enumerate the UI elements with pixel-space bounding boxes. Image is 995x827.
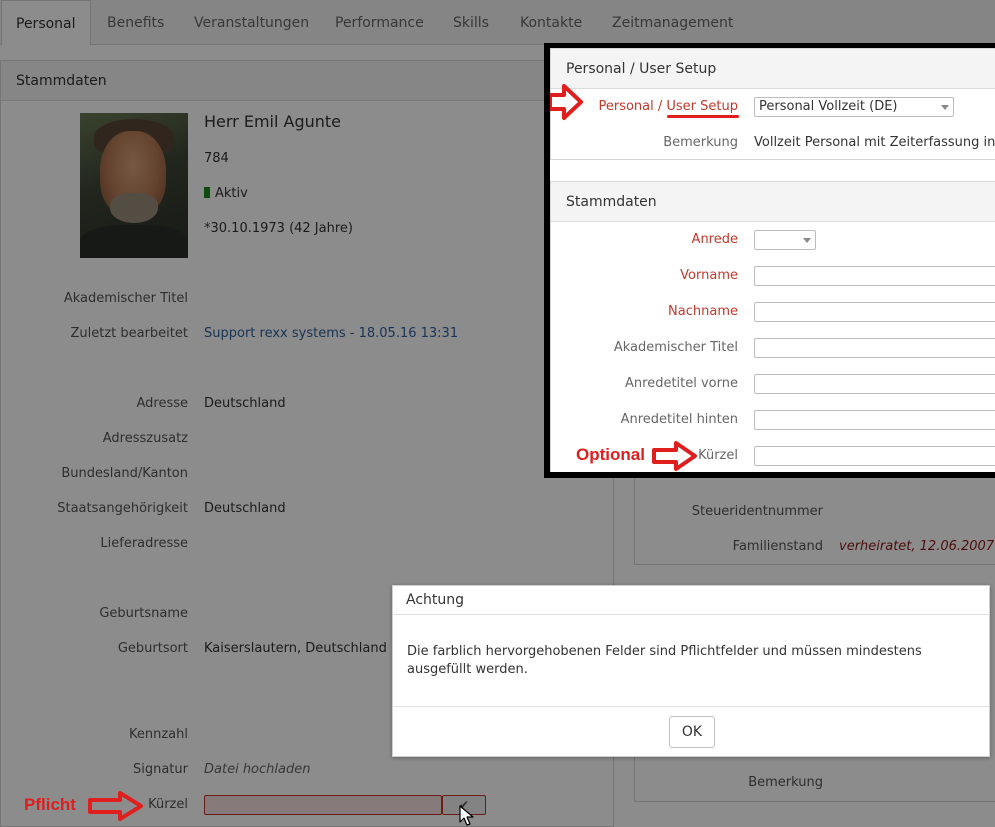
mouse-cursor-icon — [459, 805, 474, 826]
dialog-message: Die farblich hervorgehobenen Felder sind… — [407, 644, 922, 677]
annotation-optional: Optional — [576, 445, 645, 464]
inset-nachname-input[interactable] — [754, 302, 995, 322]
annotation-underline — [667, 115, 739, 118]
annotation-arrow-setup — [550, 84, 583, 120]
warning-dialog: Achtung Die farblich hervorgehobenen Fel… — [392, 585, 990, 757]
inset-anrede-label: Anrede — [691, 232, 738, 247]
inset-vorname-input[interactable] — [754, 266, 995, 286]
inset-kuerzel-input[interactable] — [754, 446, 995, 466]
dialog-divider — [393, 706, 989, 707]
inset-setup-title: Personal / User Setup — [551, 49, 995, 89]
inset-akad-input[interactable] — [754, 338, 995, 358]
dialog-title: Achtung — [393, 586, 989, 615]
annotation-arrow-optional — [652, 441, 697, 471]
inset-hinten-input[interactable] — [754, 410, 995, 430]
inset-stammdaten-title: Stammdaten — [551, 182, 995, 222]
chevron-down-icon — [803, 238, 811, 243]
annotation-arrow-pflicht — [88, 791, 143, 821]
chevron-down-icon — [941, 105, 949, 110]
ok-button[interactable]: OK — [669, 716, 715, 748]
inset-vorne-input[interactable] — [754, 374, 995, 394]
inset-akad-label: Akademischer Titel — [613, 340, 738, 355]
zoom-inset: Personal / User Setup Personal / User Se… — [550, 48, 995, 472]
inset-nachname-label: Nachname — [668, 304, 738, 319]
inset-bemerkung-label: Bemerkung — [663, 135, 738, 150]
inset-bemerkung-value: Vollzeit Personal mit Zeiterfassung inkl… — [754, 135, 995, 150]
inset-vorne-label: Anredetitel vorne — [625, 376, 738, 391]
inset-setup-select[interactable]: Personal Vollzeit (DE) — [754, 97, 954, 117]
inset-anrede-select[interactable] — [754, 230, 816, 250]
annotation-pflicht: Pflicht — [24, 795, 76, 814]
inset-hinten-label: Anredetitel hinten — [620, 412, 738, 427]
inset-vorname-label: Vorname — [680, 268, 738, 283]
